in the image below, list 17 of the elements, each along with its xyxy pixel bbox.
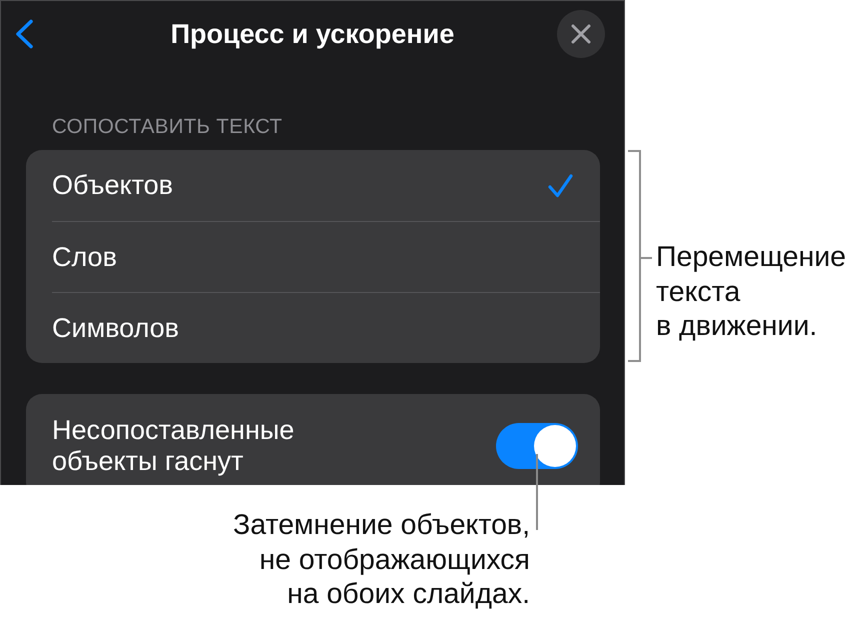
option-row[interactable]: Символов — [26, 292, 600, 363]
panel-title: Процесс и ускорение — [170, 18, 456, 50]
setting-label: Несопоставленные объекты гаснут — [52, 415, 294, 477]
checkmark-icon — [548, 174, 573, 198]
option-row[interactable]: Слов — [26, 221, 600, 292]
back-chevron-icon — [15, 19, 34, 49]
close-icon — [571, 24, 591, 44]
option-label: Символов — [52, 312, 180, 344]
close-button[interactable] — [557, 10, 605, 58]
option-label: Слов — [52, 242, 117, 272]
callout-text: Затемнение объектов, не отображающихся на обоих слайдах. — [233, 508, 530, 612]
option-label: Объектов — [52, 170, 173, 201]
toggle-switch[interactable] — [496, 423, 578, 469]
section-heading: СОПОСТАВИТЬ ТЕКСТ — [52, 115, 282, 139]
callout-text: Перемещение текста в движении. — [656, 240, 846, 344]
option-row[interactable]: Объектов — [26, 150, 600, 221]
back-button[interactable] — [15, 19, 34, 49]
